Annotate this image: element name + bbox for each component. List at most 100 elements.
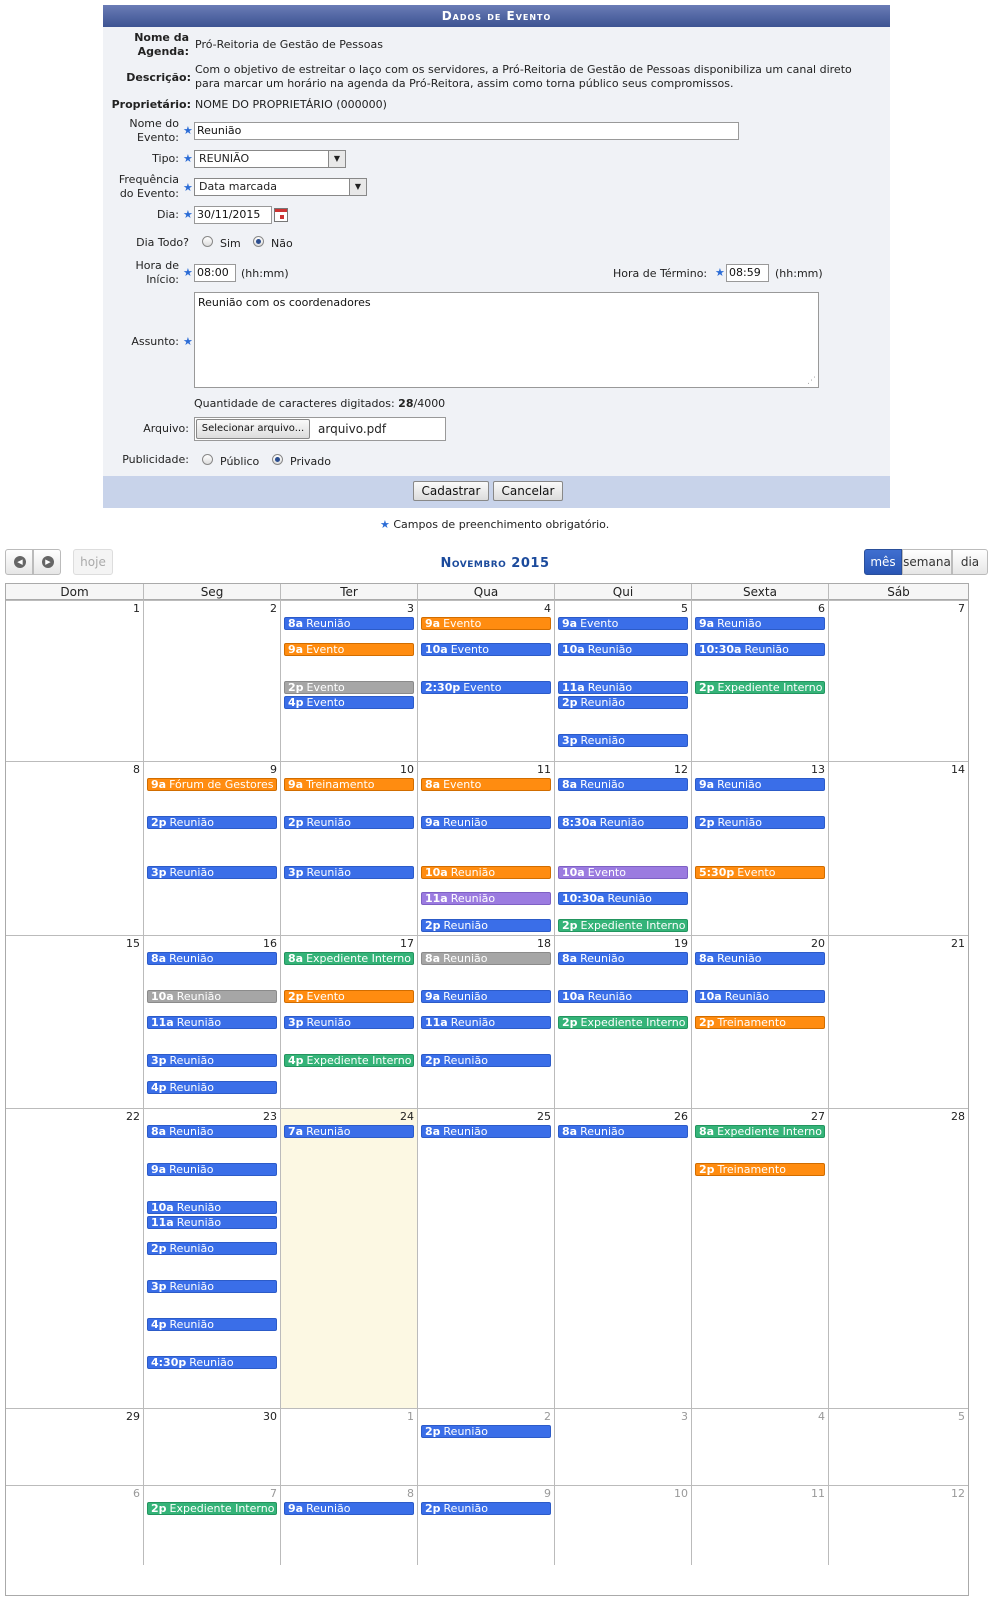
- day-cell[interactable]: 27 8a Expediente Interno 2p Treinamento: [691, 1108, 828, 1408]
- calendar-event[interactable]: 8a Reunião: [558, 778, 688, 791]
- calendar-event[interactable]: 9a Reunião: [147, 1163, 277, 1176]
- calendar-event[interactable]: 2p Reunião: [421, 919, 551, 932]
- calendar-event[interactable]: 10a Reunião: [147, 990, 277, 1003]
- calendar-event[interactable]: 2p Evento: [284, 990, 414, 1003]
- calendar-event[interactable]: 8a Reunião: [421, 1125, 551, 1138]
- day-cell[interactable]: 8 9a Reunião: [280, 1485, 417, 1565]
- day-cell[interactable]: 8: [6, 761, 143, 935]
- calendar-event[interactable]: 10:30a Reunião: [695, 643, 825, 656]
- day-cell[interactable]: 5 9a Evento 10a Reunião 11a Reunião 2p Reunião 3p…: [554, 600, 691, 761]
- calendar-event[interactable]: 8a Evento: [421, 778, 551, 791]
- day-cell[interactable]: 16 8a Reunião 10a Reunião 11a Reunião 3p Reunião…: [143, 935, 280, 1108]
- hora-termino-input[interactable]: 08:59: [726, 264, 769, 282]
- calendar-event[interactable]: 4p Reunião: [147, 1318, 277, 1331]
- calendar-event[interactable]: 4p Expediente Interno: [284, 1054, 414, 1067]
- day-cell[interactable]: 7: [828, 600, 968, 761]
- day-cell[interactable]: 14: [828, 761, 968, 935]
- calendar-event[interactable]: 2p Reunião: [147, 1242, 277, 1255]
- day-cell[interactable]: 30: [143, 1408, 280, 1485]
- prev-month-button[interactable]: ◀: [5, 549, 33, 575]
- calendar-event[interactable]: 9a Reunião: [284, 1502, 414, 1515]
- calendar-event[interactable]: 11a Reunião: [421, 892, 551, 905]
- calendar-event[interactable]: 10a Evento: [558, 866, 688, 879]
- day-cell[interactable]: 12: [828, 1485, 968, 1565]
- day-cell[interactable]: 15: [6, 935, 143, 1108]
- calendar-event[interactable]: 4:30p Reunião: [147, 1356, 277, 1369]
- calendar-event[interactable]: 10a Reunião: [695, 990, 825, 1003]
- view-day-button[interactable]: dia: [952, 549, 988, 575]
- calendar-event[interactable]: 3p Reunião: [284, 866, 414, 879]
- calendar-event[interactable]: 2p Evento: [284, 681, 414, 694]
- calendar-event[interactable]: 2p Reunião: [558, 696, 688, 709]
- calendar-event[interactable]: 10a Reunião: [147, 1201, 277, 1214]
- dia-input[interactable]: 30/11/2015: [194, 206, 272, 224]
- today-button[interactable]: hoje: [73, 549, 113, 575]
- nome-evento-input[interactable]: Reunião: [194, 122, 739, 140]
- calendar-event[interactable]: 9a Treinamento: [284, 778, 414, 791]
- calendar-event[interactable]: 11a Reunião: [147, 1216, 277, 1229]
- calendar-event[interactable]: 9a Evento: [421, 617, 551, 630]
- calendar-event[interactable]: 8a Reunião: [695, 952, 825, 965]
- calendar-event[interactable]: 10a Reunião: [558, 643, 688, 656]
- day-cell[interactable]: 21: [828, 935, 968, 1108]
- calendar-event[interactable]: 2p Reunião: [421, 1054, 551, 1067]
- day-cell[interactable]: 13 9a Reunião 2p Reunião 5:30p Evento: [691, 761, 828, 935]
- day-cell[interactable]: 17 8a Expediente Interno 2p Evento 3p Reunião 4…: [280, 935, 417, 1108]
- calendar-event[interactable]: 9a Fórum de Gestores: [147, 778, 277, 791]
- calendar-event[interactable]: 2p Reunião: [284, 816, 414, 829]
- day-cell[interactable]: 1: [6, 600, 143, 761]
- calendar-event[interactable]: 2p Expediente Interno: [558, 919, 688, 932]
- day-cell[interactable]: 4: [691, 1408, 828, 1485]
- day-cell[interactable]: 28: [828, 1108, 968, 1408]
- calendar-event[interactable]: 9a Reunião: [695, 617, 825, 630]
- calendar-event[interactable]: 2p Expediente Interno: [147, 1502, 277, 1515]
- frequencia-select[interactable]: Data marcada ▼: [194, 178, 367, 196]
- calendar-event[interactable]: 9a Reunião: [695, 778, 825, 791]
- calendar-event[interactable]: 8a Reunião: [421, 952, 551, 965]
- day-cell[interactable]: 23 8a Reunião 9a Reunião 10a Reunião 11a Reunião…: [143, 1108, 280, 1408]
- select-file-button[interactable]: Selecionar arquivo...: [196, 419, 310, 439]
- calendar-event[interactable]: 3p Reunião: [284, 1016, 414, 1029]
- calendar-event[interactable]: 2p Reunião: [421, 1425, 551, 1438]
- view-month-button[interactable]: mês: [864, 549, 902, 575]
- day-cell[interactable]: 24 7a Reunião: [280, 1108, 417, 1408]
- resize-handle-icon[interactable]: ⋰: [807, 376, 817, 386]
- calendar-event[interactable]: 2p Treinamento: [695, 1163, 825, 1176]
- day-cell[interactable]: 26 8a Reunião: [554, 1108, 691, 1408]
- day-cell[interactable]: 1: [280, 1408, 417, 1485]
- calendar-event[interactable]: 5:30p Evento: [695, 866, 825, 879]
- day-cell[interactable]: 22: [6, 1108, 143, 1408]
- calendar-event[interactable]: 3p Reunião: [147, 866, 277, 879]
- calendar-event[interactable]: 8a Reunião: [284, 617, 414, 630]
- day-cell[interactable]: 4 9a Evento 10a Evento 2:30p Evento: [417, 600, 554, 761]
- cadastrar-button[interactable]: Cadastrar: [413, 481, 489, 501]
- day-cell[interactable]: 12 8a Reunião 8:30a Reunião 10a Evento 10:30a Re…: [554, 761, 691, 935]
- calendar-event[interactable]: 7a Reunião: [284, 1125, 414, 1138]
- day-cell[interactable]: 3: [554, 1408, 691, 1485]
- calendar-event[interactable]: 2p Reunião: [147, 816, 277, 829]
- calendar-event[interactable]: 8a Reunião: [147, 1125, 277, 1138]
- day-cell[interactable]: 6: [6, 1485, 143, 1565]
- calendar-event[interactable]: 10a Reunião: [558, 990, 688, 1003]
- day-cell[interactable]: 11: [691, 1485, 828, 1565]
- day-cell[interactable]: 11 8a Evento 9a Reunião 10a Reunião 11a Reunião 2…: [417, 761, 554, 935]
- calendar-event[interactable]: 2:30p Evento: [421, 681, 551, 694]
- cancelar-button[interactable]: Cancelar: [493, 481, 563, 501]
- day-cell[interactable]: 19 8a Reunião 10a Reunião 2p Expediente Intern…: [554, 935, 691, 1108]
- dia-todo-sim-radio[interactable]: [202, 236, 213, 247]
- calendar-picker-icon[interactable]: [274, 208, 288, 222]
- calendar-event[interactable]: 11a Reunião: [558, 681, 688, 694]
- day-cell[interactable]: 25 8a Reunião: [417, 1108, 554, 1408]
- day-cell[interactable]: 2: [143, 600, 280, 761]
- calendar-event[interactable]: 2p Expediente Interno: [695, 681, 825, 694]
- day-cell[interactable]: 9 2p Reunião: [417, 1485, 554, 1565]
- day-cell[interactable]: 6 9a Reunião 10:30a Reunião 2p Expediente Inte…: [691, 600, 828, 761]
- calendar-event[interactable]: 10:30a Reunião: [558, 892, 688, 905]
- tipo-select[interactable]: REUNIÃO ▼: [194, 150, 346, 168]
- day-cell[interactable]: 29: [6, 1408, 143, 1485]
- calendar-event[interactable]: 9a Reunião: [421, 990, 551, 1003]
- calendar-event[interactable]: 9a Evento: [558, 617, 688, 630]
- calendar-event[interactable]: 2p Reunião: [695, 816, 825, 829]
- calendar-event[interactable]: 8a Reunião: [558, 952, 688, 965]
- day-cell[interactable]: 18 8a Reunião 9a Reunião 11a Reunião 2p Reunião: [417, 935, 554, 1108]
